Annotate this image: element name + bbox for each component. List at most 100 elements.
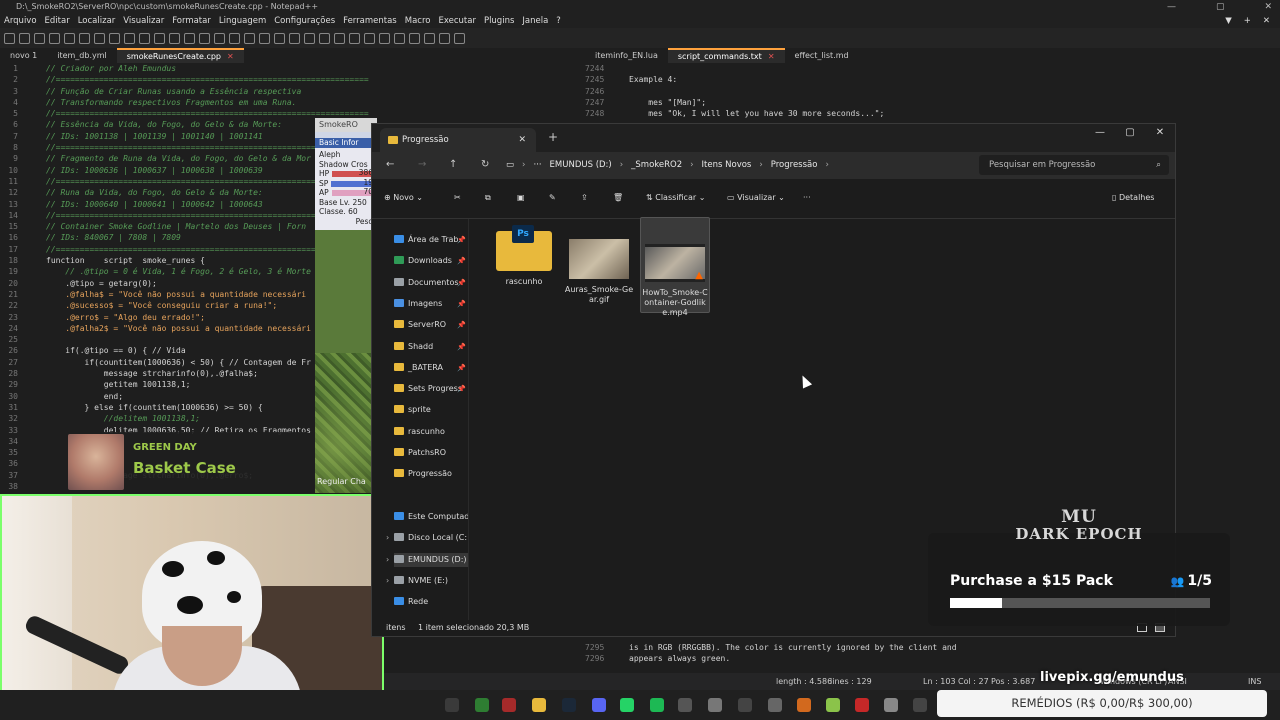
chevron-right-icon[interactable]: ›: [386, 576, 389, 585]
replace-icon[interactable]: [199, 32, 210, 44]
spotify-icon[interactable]: [650, 698, 664, 712]
nav-item[interactable]: Downloads 📌: [394, 254, 468, 268]
file-item[interactable]: Auras_Smoke-Gear.gif: [564, 217, 634, 305]
sync-h-icon[interactable]: [259, 32, 270, 44]
copy-icon[interactable]: ⧉: [485, 193, 491, 203]
close-button[interactable]: ✕: [1145, 124, 1175, 142]
editor-tab[interactable]: iteminfo_EN.lua: [585, 48, 668, 63]
nav-item[interactable]: Sets Progress 📌: [394, 382, 468, 396]
new-tab-icon[interactable]: +: [548, 130, 558, 144]
record-macro-icon[interactable]: [394, 32, 405, 44]
doc-map-icon[interactable]: [334, 32, 345, 44]
breadcrumb-item[interactable]: Itens Novos: [702, 160, 752, 170]
maximize-button[interactable]: ▢: [1216, 0, 1225, 14]
nav-item[interactable]: PatchsRO: [394, 446, 468, 460]
menu-item[interactable]: Visualizar: [123, 14, 164, 28]
editor-tab[interactable]: effect_list.md: [785, 48, 859, 63]
nav-item[interactable]: NVME (E:): [394, 574, 468, 588]
indent-guide-icon[interactable]: [304, 32, 315, 44]
basic-info-header[interactable]: Basic Infor: [315, 138, 377, 148]
breadcrumb-item[interactable]: EMUNDUS (D:): [550, 160, 612, 170]
settings-icon[interactable]: [708, 698, 722, 712]
menu-item[interactable]: Linguagem: [219, 14, 266, 28]
sort-button[interactable]: ⇅ Classificar ⌄: [646, 193, 705, 202]
all-chars-icon[interactable]: [289, 32, 300, 44]
nav-item[interactable]: EMUNDUS (D:): [394, 552, 468, 567]
app-icon[interactable]: [502, 698, 516, 712]
app-icon[interactable]: [797, 698, 811, 712]
breadcrumb-item[interactable]: Progressão: [771, 160, 818, 170]
explorer-tab[interactable]: Progressão ✕: [380, 128, 536, 152]
open-file-icon[interactable]: [19, 32, 30, 44]
nav-item[interactable]: Shadd 📌: [394, 340, 468, 354]
new-button[interactable]: ⊕ Novo ⌄: [384, 193, 423, 202]
paste-icon[interactable]: [139, 32, 150, 44]
file-item[interactable]: ▲ HowTo_Smoke-Container-Godlike.mp4: [640, 217, 710, 317]
menu-item[interactable]: Janela: [522, 14, 548, 28]
steam-icon[interactable]: [562, 698, 576, 712]
nav-item[interactable]: Este Computador: [394, 510, 468, 524]
maximize-button[interactable]: ▢: [1115, 124, 1145, 142]
file-explorer-icon[interactable]: [532, 698, 546, 712]
menu-item[interactable]: Configurações: [274, 14, 335, 28]
app-icon[interactable]: [884, 698, 898, 712]
chevron-right-icon[interactable]: ›: [386, 533, 389, 542]
close-tab-icon[interactable]: ✕: [518, 128, 526, 152]
search-box[interactable]: Pesquisar em Progressão ⌕: [979, 155, 1169, 175]
menu-item[interactable]: Executar: [438, 14, 475, 28]
close-icon[interactable]: ✕: [1263, 14, 1270, 28]
details-button[interactable]: ▯ Detalhes: [1112, 193, 1154, 202]
task-view-icon[interactable]: [445, 698, 459, 712]
play-macro-icon[interactable]: [424, 32, 435, 44]
run-macro-icon[interactable]: [439, 32, 450, 44]
app-icon[interactable]: [768, 698, 782, 712]
share-icon[interactable]: ⇪: [581, 193, 588, 202]
lang-icon[interactable]: [319, 32, 330, 44]
cut-icon[interactable]: ✂: [454, 193, 461, 202]
discord-icon[interactable]: [592, 698, 606, 712]
minimize-button[interactable]: —: [1085, 124, 1115, 142]
folder-workspace-icon[interactable]: [364, 32, 375, 44]
forward-icon[interactable]: →: [418, 159, 426, 170]
view-button[interactable]: ▭ Visualizar ⌄: [727, 193, 785, 202]
save-all-icon[interactable]: [49, 32, 60, 44]
overflow-icon[interactable]: ···: [533, 160, 541, 170]
function-list-icon[interactable]: [349, 32, 360, 44]
close-all-icon[interactable]: [79, 32, 90, 44]
monitor-icon[interactable]: [379, 32, 390, 44]
stop-macro-icon[interactable]: [409, 32, 420, 44]
app-icon[interactable]: [855, 698, 869, 712]
back-icon[interactable]: ←: [386, 159, 394, 170]
app-icon[interactable]: [678, 698, 692, 712]
menu-item[interactable]: Formatar: [172, 14, 211, 28]
app-icon[interactable]: [738, 698, 752, 712]
menu-item[interactable]: Macro: [405, 14, 431, 28]
close-button[interactable]: ✕: [1264, 0, 1272, 14]
nav-item[interactable]: sprite: [394, 403, 468, 417]
nav-item[interactable]: Área de Trab. 📌: [394, 233, 468, 247]
refresh-icon[interactable]: ↻: [481, 159, 489, 170]
menu-item[interactable]: Editar: [45, 14, 70, 28]
more-options-icon[interactable]: ···: [803, 193, 811, 202]
copy-icon[interactable]: [124, 32, 135, 44]
close-tab-icon[interactable]: ✕: [227, 52, 234, 61]
editor-tab[interactable]: script_commands.txt ✕: [667, 48, 785, 63]
close-tab-icon[interactable]: ✕: [768, 52, 775, 61]
up-icon[interactable]: ↑: [449, 159, 457, 170]
zoom-in-icon[interactable]: [214, 32, 225, 44]
app-icon[interactable]: [475, 698, 489, 712]
nav-item[interactable]: _BATERA 📌: [394, 361, 468, 375]
editor-tab[interactable]: item_db.yml: [47, 48, 117, 63]
file-item[interactable]: Ps rascunho: [489, 217, 559, 287]
nav-item[interactable]: rascunho: [394, 425, 468, 439]
menu-item[interactable]: Arquivo: [4, 14, 37, 28]
menu-item[interactable]: Localizar: [78, 14, 116, 28]
zoom-out-icon[interactable]: [229, 32, 240, 44]
chevron-right-icon[interactable]: ›: [386, 555, 389, 564]
whatsapp-icon[interactable]: [620, 698, 634, 712]
down-arrow-icon[interactable]: ▼: [1225, 14, 1232, 28]
menu-item[interactable]: Plugins: [484, 14, 514, 28]
right-code-area-bottom[interactable]: is in RGB (RRGGBB). The color is current…: [629, 642, 957, 665]
nav-item[interactable]: Documentos 📌: [394, 276, 468, 290]
delete-icon[interactable]: 🗑: [613, 193, 623, 202]
